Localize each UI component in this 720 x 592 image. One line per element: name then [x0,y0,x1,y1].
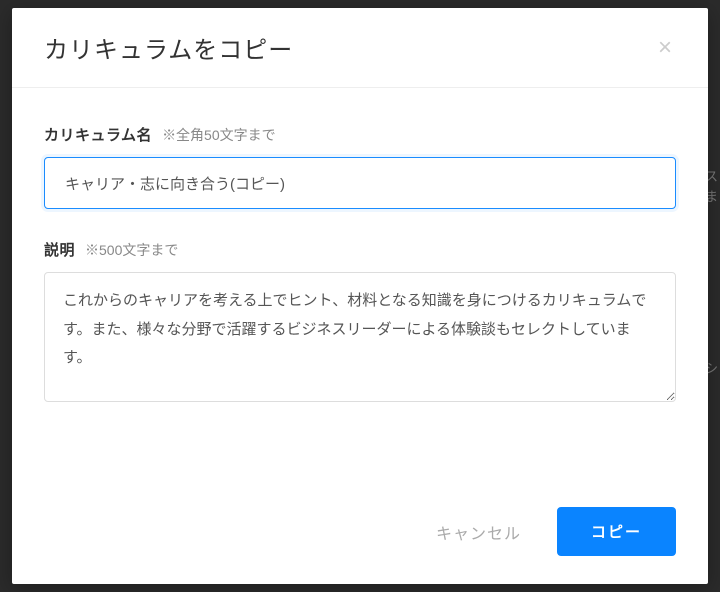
modal-title: カリキュラムをコピー [44,30,293,65]
modal-header: カリキュラムをコピー × [12,8,708,88]
curriculum-name-hint: ※全角50文字まで [162,125,276,145]
description-field-group: 説明 ※500文字まで [44,239,676,407]
copy-curriculum-modal: カリキュラムをコピー × カリキュラム名 ※全角50文字まで 説明 ※500文字… [12,8,708,584]
description-textarea[interactable] [44,272,676,402]
close-button[interactable]: × [650,32,680,64]
description-label: 説明 [44,239,75,260]
curriculum-name-input[interactable] [44,157,676,209]
copy-button[interactable]: コピー [557,507,676,556]
field-label-row: カリキュラム名 ※全角50文字まで [44,124,676,145]
modal-footer: キャンセル コピー [12,489,708,584]
close-icon: × [658,34,672,61]
curriculum-name-field-group: カリキュラム名 ※全角50文字まで [44,124,676,209]
description-hint: ※500文字まで [85,240,178,260]
curriculum-name-label: カリキュラム名 [44,124,152,145]
cancel-button[interactable]: キャンセル [420,508,537,556]
modal-body: カリキュラム名 ※全角50文字まで 説明 ※500文字まで [12,88,708,489]
field-label-row: 説明 ※500文字まで [44,239,676,260]
